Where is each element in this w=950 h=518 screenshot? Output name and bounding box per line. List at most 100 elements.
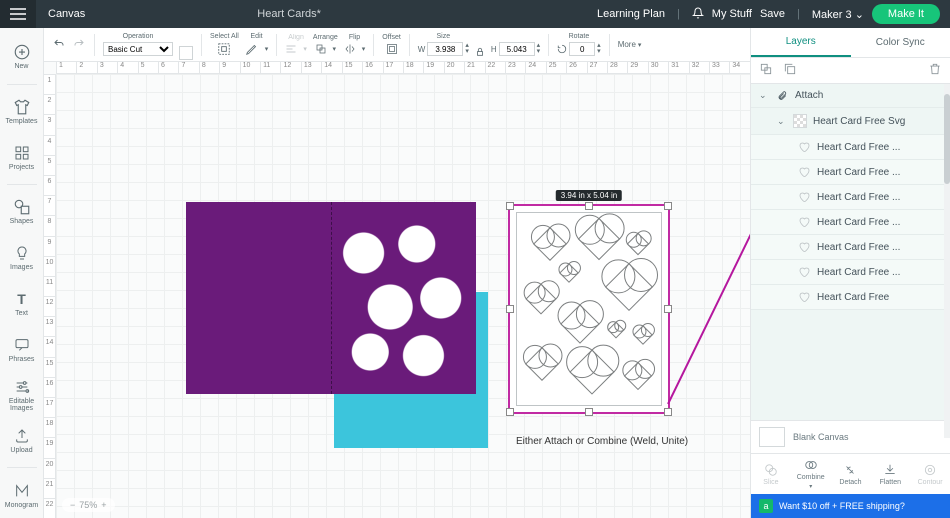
heart-icon bbox=[797, 141, 811, 153]
shapes-button[interactable]: Shapes bbox=[0, 189, 44, 235]
undo-button[interactable] bbox=[52, 38, 66, 52]
text-button[interactable]: T Text bbox=[0, 281, 44, 327]
purple-card-shape[interactable] bbox=[186, 202, 476, 394]
learning-plan-link[interactable]: Learning Plan bbox=[597, 8, 665, 20]
combine-button[interactable]: Combine▾ bbox=[791, 454, 831, 494]
edit-menu[interactable]: Edit ▾ bbox=[245, 33, 269, 56]
blank-canvas-row[interactable]: Blank Canvas bbox=[751, 421, 950, 453]
chevron-down-icon: ⌄ bbox=[759, 90, 769, 101]
align-icon bbox=[285, 43, 297, 55]
resize-handle-ne[interactable] bbox=[664, 202, 672, 210]
scrollbar-thumb[interactable] bbox=[944, 94, 950, 184]
mystuff-link[interactable]: My Stuff bbox=[712, 8, 752, 20]
resize-handle-sw[interactable] bbox=[506, 408, 514, 416]
group-icon[interactable] bbox=[759, 62, 773, 79]
grid-area[interactable]: 3.94 in x 5.04 in bbox=[56, 74, 750, 518]
monogram-button[interactable]: Monogram bbox=[0, 472, 44, 518]
slice-button: Slice bbox=[751, 454, 791, 494]
chevron-down-icon: ⌄ bbox=[855, 9, 864, 21]
tab-color-sync[interactable]: Color Sync bbox=[851, 28, 950, 57]
heart-icon bbox=[797, 241, 811, 253]
stepper-icon[interactable]: ▴▾ bbox=[597, 43, 601, 55]
selection-box[interactable]: 3.94 in x 5.04 in bbox=[508, 204, 670, 414]
promo-banner[interactable]: a Want $10 off + FREE shipping? bbox=[751, 494, 950, 518]
tab-layers[interactable]: Layers bbox=[751, 28, 851, 57]
size-group: Size W▴▾ bbox=[418, 33, 469, 56]
layer-item[interactable]: Heart Card Free ... bbox=[751, 260, 950, 285]
layer-item[interactable]: Heart Card Free ... bbox=[751, 210, 950, 235]
resize-handle-nw[interactable] bbox=[506, 202, 514, 210]
combine-icon bbox=[804, 458, 818, 472]
layers-list[interactable]: ⌄ Attach ⌄ Heart Card Free Svg Heart Car… bbox=[751, 84, 950, 420]
layer-item[interactable]: Heart Card Free ... bbox=[751, 235, 950, 260]
zoom-out-icon[interactable]: − bbox=[70, 500, 75, 510]
flip-menu[interactable]: Flip ▾ bbox=[344, 34, 366, 55]
editable-images-button[interactable]: Editable Images bbox=[0, 372, 44, 418]
operation-swatch[interactable] bbox=[179, 46, 193, 60]
new-button[interactable]: New bbox=[0, 34, 44, 80]
lock-icon bbox=[475, 46, 485, 58]
contour-button: Contour bbox=[910, 454, 950, 494]
rotate-icon bbox=[557, 44, 567, 54]
flatten-button[interactable]: Flatten bbox=[870, 454, 910, 494]
ruler-vertical: 12345678910111213141516171819202122 bbox=[44, 74, 56, 518]
lock-aspect-button[interactable] bbox=[475, 46, 485, 60]
resize-handle-se[interactable] bbox=[664, 408, 672, 416]
separator: | bbox=[793, 8, 804, 20]
resize-handle-s[interactable] bbox=[585, 408, 593, 416]
layer-swatch bbox=[793, 114, 807, 128]
more-menu[interactable]: More▾ bbox=[618, 40, 642, 49]
duplicate-icon[interactable] bbox=[783, 62, 797, 79]
layer-tools bbox=[751, 58, 950, 84]
delete-icon[interactable] bbox=[928, 62, 942, 79]
layer-attach-group[interactable]: ⌄ Attach bbox=[751, 84, 950, 108]
images-button[interactable]: Images bbox=[0, 235, 44, 281]
layer-item[interactable]: Heart Card Free ... bbox=[751, 185, 950, 210]
machine-selector[interactable]: Maker 3 ⌄ bbox=[812, 8, 864, 21]
projects-button[interactable]: Projects bbox=[0, 134, 44, 180]
resize-handle-w[interactable] bbox=[506, 305, 514, 313]
heart-icon bbox=[797, 166, 811, 178]
templates-button[interactable]: Templates bbox=[0, 89, 44, 135]
detach-button[interactable]: Detach bbox=[831, 454, 871, 494]
heart-group-shape[interactable] bbox=[520, 216, 658, 402]
bell-icon[interactable] bbox=[692, 7, 704, 22]
document-title[interactable]: Heart Cards* bbox=[97, 8, 597, 20]
selection-size-tag: 3.94 in x 5.04 in bbox=[556, 190, 622, 201]
divider bbox=[7, 184, 37, 185]
phrases-button[interactable]: Phrases bbox=[0, 326, 44, 372]
layer-item[interactable]: Heart Card Free bbox=[751, 285, 950, 310]
resize-handle-n[interactable] bbox=[585, 202, 593, 210]
offset-button[interactable]: Offset bbox=[382, 34, 401, 55]
select-all-button[interactable]: Select All bbox=[210, 33, 239, 56]
width-input[interactable] bbox=[427, 42, 463, 56]
zoom-control[interactable]: − 75% + bbox=[62, 498, 115, 512]
canvas[interactable]: 1234567891011121314151617181920212223242… bbox=[44, 62, 750, 518]
upload-button[interactable]: Upload bbox=[0, 418, 44, 464]
rotate-input[interactable] bbox=[569, 42, 595, 56]
scrollbar[interactable] bbox=[944, 84, 950, 438]
save-link[interactable]: Save bbox=[760, 8, 785, 20]
menu-button[interactable] bbox=[0, 0, 36, 28]
ruler-horizontal: 1234567891011121314151617181920212223242… bbox=[56, 62, 750, 74]
redo-button[interactable] bbox=[72, 38, 86, 52]
make-it-button[interactable]: Make It bbox=[872, 4, 940, 24]
stepper-icon[interactable]: ▴▾ bbox=[465, 43, 469, 55]
align-menu[interactable]: Align ▾ bbox=[285, 34, 307, 55]
layer-item[interactable]: Heart Card Free ... bbox=[751, 135, 950, 160]
stepper-icon[interactable]: ▴▾ bbox=[537, 43, 541, 55]
zoom-in-icon[interactable]: + bbox=[101, 500, 106, 510]
slice-icon bbox=[764, 463, 778, 477]
layer-item[interactable]: Heart Card Free ... bbox=[751, 160, 950, 185]
flatten-icon bbox=[883, 463, 897, 477]
resize-handle-e[interactable] bbox=[664, 305, 672, 313]
hamburger-icon bbox=[10, 8, 26, 20]
heart-icon bbox=[797, 216, 811, 228]
separator: | bbox=[673, 8, 684, 20]
height-input[interactable] bbox=[499, 42, 535, 56]
layer-group[interactable]: ⌄ Heart Card Free Svg bbox=[751, 108, 950, 135]
bulb-icon bbox=[13, 244, 31, 262]
arrange-menu[interactable]: Arrange ▾ bbox=[313, 34, 338, 55]
text-icon: T bbox=[13, 290, 31, 308]
operation-select[interactable]: Basic Cut bbox=[103, 42, 173, 56]
